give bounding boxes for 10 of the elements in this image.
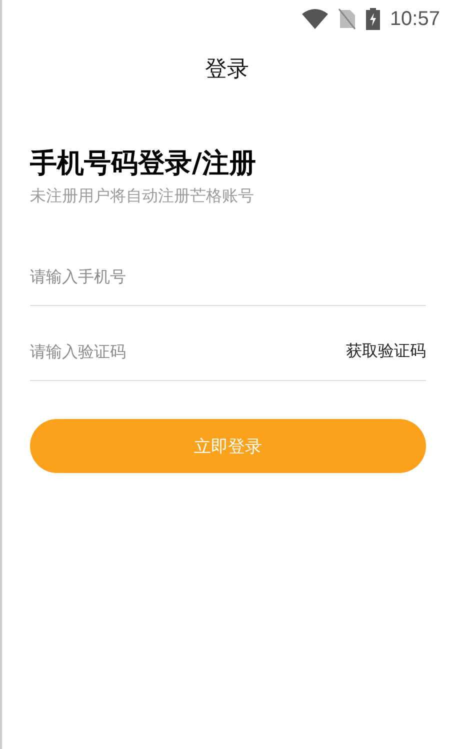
page-title: 登录 [205,56,249,84]
status-time: 10:57 [390,8,440,30]
get-code-link[interactable]: 获取验证码 [346,340,426,362]
code-input-field[interactable]: 请输入验证码 [30,342,346,360]
battery-charging-icon [366,8,380,30]
subtitle: 未注册用户将自动注册芒格账号 [30,186,255,207]
no-sim-icon [338,8,356,30]
wifi-icon [302,9,328,29]
phone-input-field[interactable]: 请输入手机号 [30,266,426,286]
heading: 手机号码登录/注册 [30,147,257,181]
